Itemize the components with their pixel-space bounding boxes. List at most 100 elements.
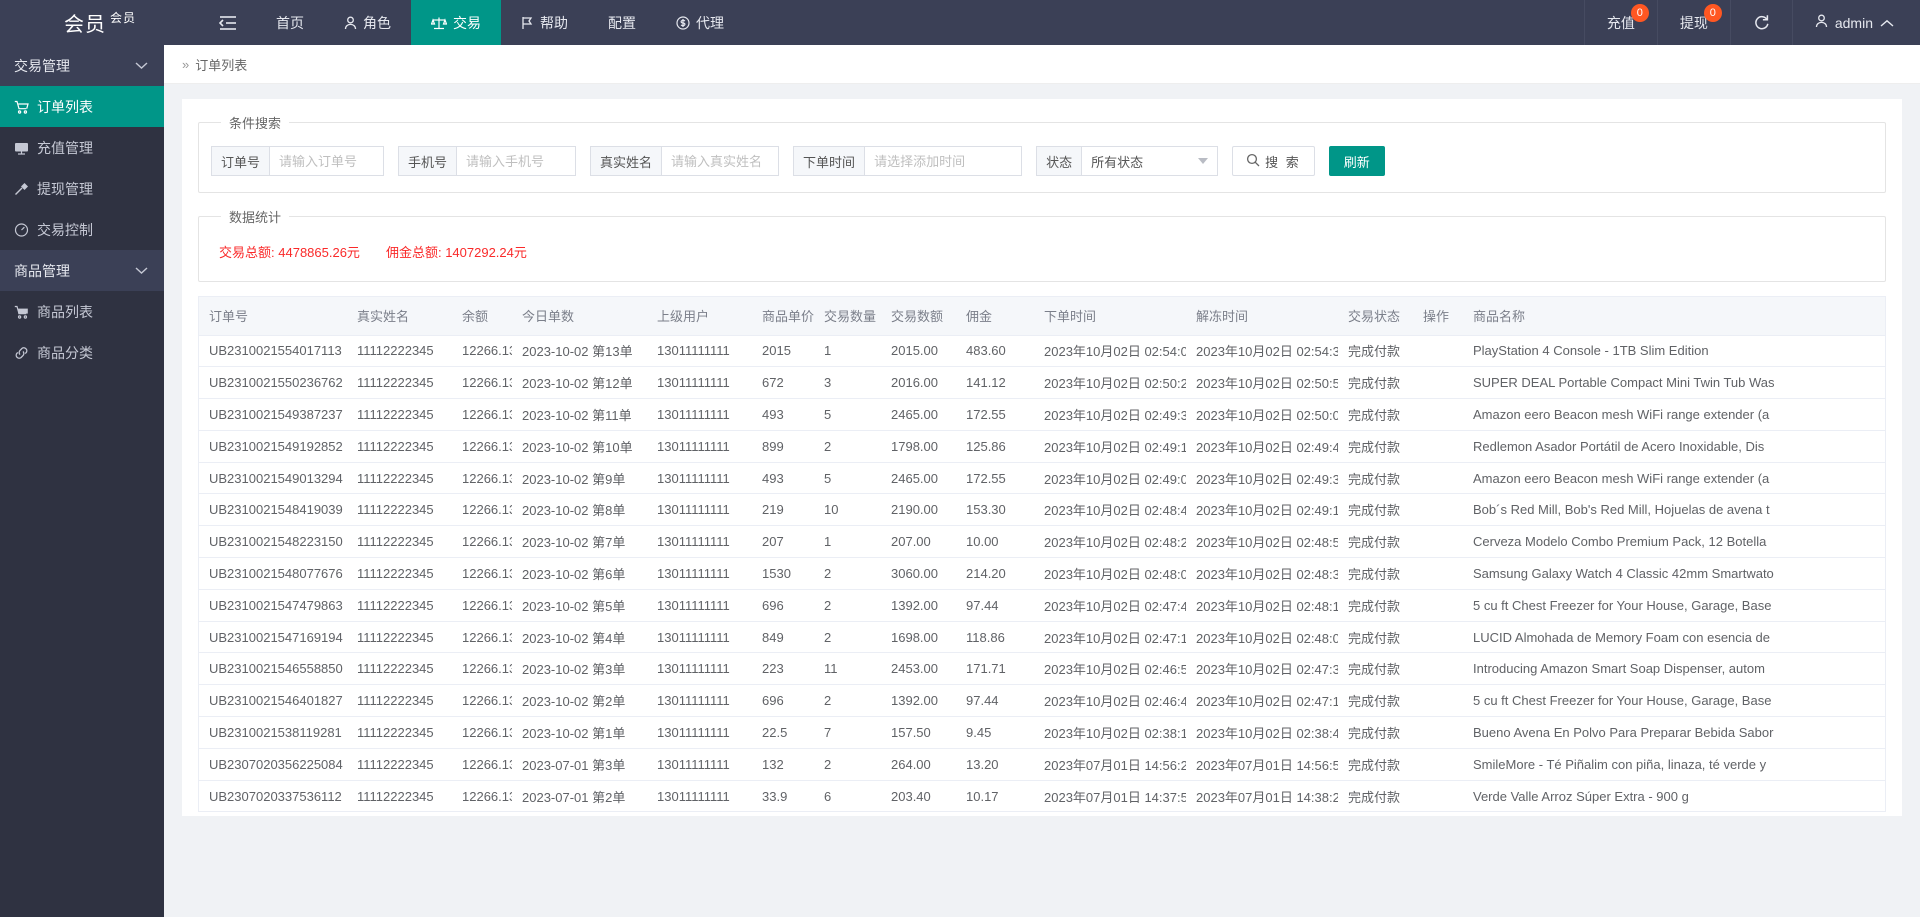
table-cell: 13011111111 <box>647 462 752 495</box>
table-cell: 12266.13 <box>452 748 512 781</box>
withdraw-button[interactable]: 提现 0 <box>1656 0 1730 45</box>
table-row[interactable]: UB2310021549387237 11112222345 12266.13 202… <box>199 398 1885 431</box>
table-cell: UB2310021554017113 <box>199 335 347 368</box>
table-row[interactable]: UB2310021548077676 11112222345 12266.13 202… <box>199 557 1885 590</box>
table-row[interactable]: UB2307020356225084 11112222345 12266.13 202… <box>199 748 1885 781</box>
table-row[interactable]: UB2310021546558850 11112222345 12266.13 202… <box>199 652 1885 686</box>
table-cell: 264.00 <box>881 748 956 781</box>
chevron-down-icon <box>135 266 148 275</box>
table-cell: 2023年07月01日 14:37:53 <box>1034 780 1186 813</box>
table-row[interactable]: UB2310021546401827 11112222345 12266.13 202… <box>199 684 1885 718</box>
table-cell: 12266.13 <box>452 430 512 463</box>
table-cell: Amazon eero Beacon mesh WiFi range exten… <box>1463 462 1885 495</box>
table-cell: 13011111111 <box>647 557 752 590</box>
phone-label: 手机号 <box>398 146 457 176</box>
table-cell: 13011111111 <box>647 430 752 463</box>
nav-item-role[interactable]: 角色 <box>324 0 411 45</box>
table-cell: 13011111111 <box>647 716 752 749</box>
table-cell <box>1413 780 1463 813</box>
table-row[interactable]: UB2310021547479863 11112222345 12266.13 202… <box>199 589 1885 622</box>
table-row[interactable]: UB2310021547169194 11112222345 12266.13 202… <box>199 621 1885 654</box>
menu-fold-icon[interactable] <box>200 0 256 45</box>
nav-item-config[interactable]: 配置 <box>588 0 656 45</box>
sidebar-item-order-list[interactable]: 订单列表 <box>0 86 164 127</box>
table-row[interactable]: UB2310021549192852 11112222345 12266.13 202… <box>199 430 1885 463</box>
table-cell: 696 <box>752 684 814 718</box>
table-row[interactable]: UB2310021548223150 11112222345 12266.13 202… <box>199 525 1885 559</box>
table-cell: 11112222345 <box>347 366 452 400</box>
sidebar-item-goods-list[interactable]: 商品列表 <box>0 291 164 332</box>
status-select[interactable]: 所有状态 <box>1081 146 1219 176</box>
table-cell: UB2310021549387237 <box>199 398 347 431</box>
sidebar-item-transaction-control[interactable]: 交易控制 <box>0 209 164 250</box>
sidebar-group-goods[interactable]: 商品管理 <box>0 250 164 291</box>
real-name-input[interactable] <box>661 146 780 176</box>
table-cell: 2023年10月02日 02:46:40 <box>1034 684 1186 718</box>
status-select-value: 所有状态 <box>1091 154 1144 170</box>
table-cell: UB2310021549013294 <box>199 462 347 495</box>
table-cell: 5 cu ft Chest Freezer for Your House, Ga… <box>1463 684 1885 718</box>
nav-item-transaction[interactable]: 交易 <box>411 0 501 45</box>
sidebar-item-goods-category[interactable]: 商品分类 <box>0 332 164 373</box>
nav-item-agent[interactable]: 代理 <box>656 0 744 45</box>
table-cell: 3060.00 <box>881 557 956 590</box>
order-time-field: 下单时间 <box>793 146 1023 176</box>
sidebar-item-label: 充值管理 <box>37 139 93 156</box>
sidebar-group-transaction[interactable]: 交易管理 <box>0 45 164 86</box>
nav-item-label: 代理 <box>696 14 724 31</box>
table-cell: 118.86 <box>956 621 1034 654</box>
table-row[interactable]: UB2307020337536112 11112222345 12266.13 202… <box>199 780 1885 813</box>
order-time-input[interactable] <box>864 146 1023 176</box>
nav-item-help[interactable]: 帮助 <box>501 0 588 45</box>
table-cell: 172.55 <box>956 462 1034 495</box>
table-cell: 2465.00 <box>881 462 956 495</box>
table-cell: Bob´s Red Mill, Bob's Red Mill, Hojuelas… <box>1463 493 1885 527</box>
table-cell: 1392.00 <box>881 589 956 622</box>
table-row[interactable]: UB2310021548419039 11112222345 12266.13 202… <box>199 493 1885 527</box>
table-row[interactable]: UB2310021550236762 11112222345 12266.13 202… <box>199 366 1885 400</box>
table-cell: UB2310021538119281 <box>199 716 347 749</box>
table-cell: 完成付款 <box>1338 557 1413 590</box>
table-cell: 2023年07月01日 14:56:53 <box>1186 748 1338 781</box>
table-cell: 13011111111 <box>647 748 752 781</box>
table-cell: 2023-10-02 第1单 <box>512 716 647 749</box>
table-cell: UB2307020356225084 <box>199 748 347 781</box>
table-column-header: 上级用户 <box>647 297 752 336</box>
sidebar-item-withdraw-manage[interactable]: 提现管理 <box>0 168 164 209</box>
table-row[interactable]: UB2310021554017113 11112222345 12266.13 202… <box>199 335 1885 368</box>
recharge-button[interactable]: 充值 0 <box>1583 0 1657 45</box>
top-navigation-bar: 会员 会员 首页 角色 交易 帮助 配置 代理 充值 0 提现 0 admin <box>0 0 1920 45</box>
commission-stat: 佣金总额: 1407292.24元 <box>386 242 527 261</box>
order-no-input[interactable] <box>269 146 385 176</box>
commission-value: 1407292.24元 <box>445 245 527 260</box>
sidebar-item-recharge-manage[interactable]: 充值管理 <box>0 127 164 168</box>
table-cell: 12266.13 <box>452 366 512 400</box>
table-row[interactable]: UB2310021549013294 11112222345 12266.13 202… <box>199 462 1885 495</box>
table-cell: 13011111111 <box>647 366 752 400</box>
table-row[interactable]: UB2310021538119281 11112222345 12266.13 202… <box>199 716 1885 749</box>
table-cell: 11112222345 <box>347 557 452 590</box>
table-cell: 2023-10-02 第5单 <box>512 589 647 622</box>
table-cell: 6 <box>814 780 881 813</box>
nav-item-home[interactable]: 首页 <box>256 0 324 45</box>
refresh-button[interactable]: 刷新 <box>1328 146 1385 176</box>
table-cell: 2023年10月02日 02:47:47 <box>1034 589 1186 622</box>
user-menu[interactable]: admin <box>1791 0 1920 45</box>
table-column-header: 真实姓名 <box>347 297 452 336</box>
table-cell: 1530 <box>752 557 814 590</box>
table-cell: 12266.13 <box>452 589 512 622</box>
sidebar-item-label: 商品分类 <box>37 344 93 361</box>
refresh-icon[interactable] <box>1729 0 1792 45</box>
table-cell: 97.44 <box>956 684 1034 718</box>
table-column-header: 交易数量 <box>814 297 881 336</box>
top-right-actions: 充值 0 提现 0 admin <box>1583 0 1920 45</box>
table-cell: 完成付款 <box>1338 589 1413 622</box>
search-button[interactable]: 搜 索 <box>1232 146 1315 176</box>
table-cell: 10 <box>814 493 881 527</box>
phone-input[interactable] <box>456 146 577 176</box>
table-cell: 12266.13 <box>452 621 512 654</box>
table-column-header: 下单时间 <box>1034 297 1186 336</box>
table-cell: 完成付款 <box>1338 462 1413 495</box>
table-column-header: 解冻时间 <box>1186 297 1338 336</box>
table-cell <box>1413 525 1463 559</box>
